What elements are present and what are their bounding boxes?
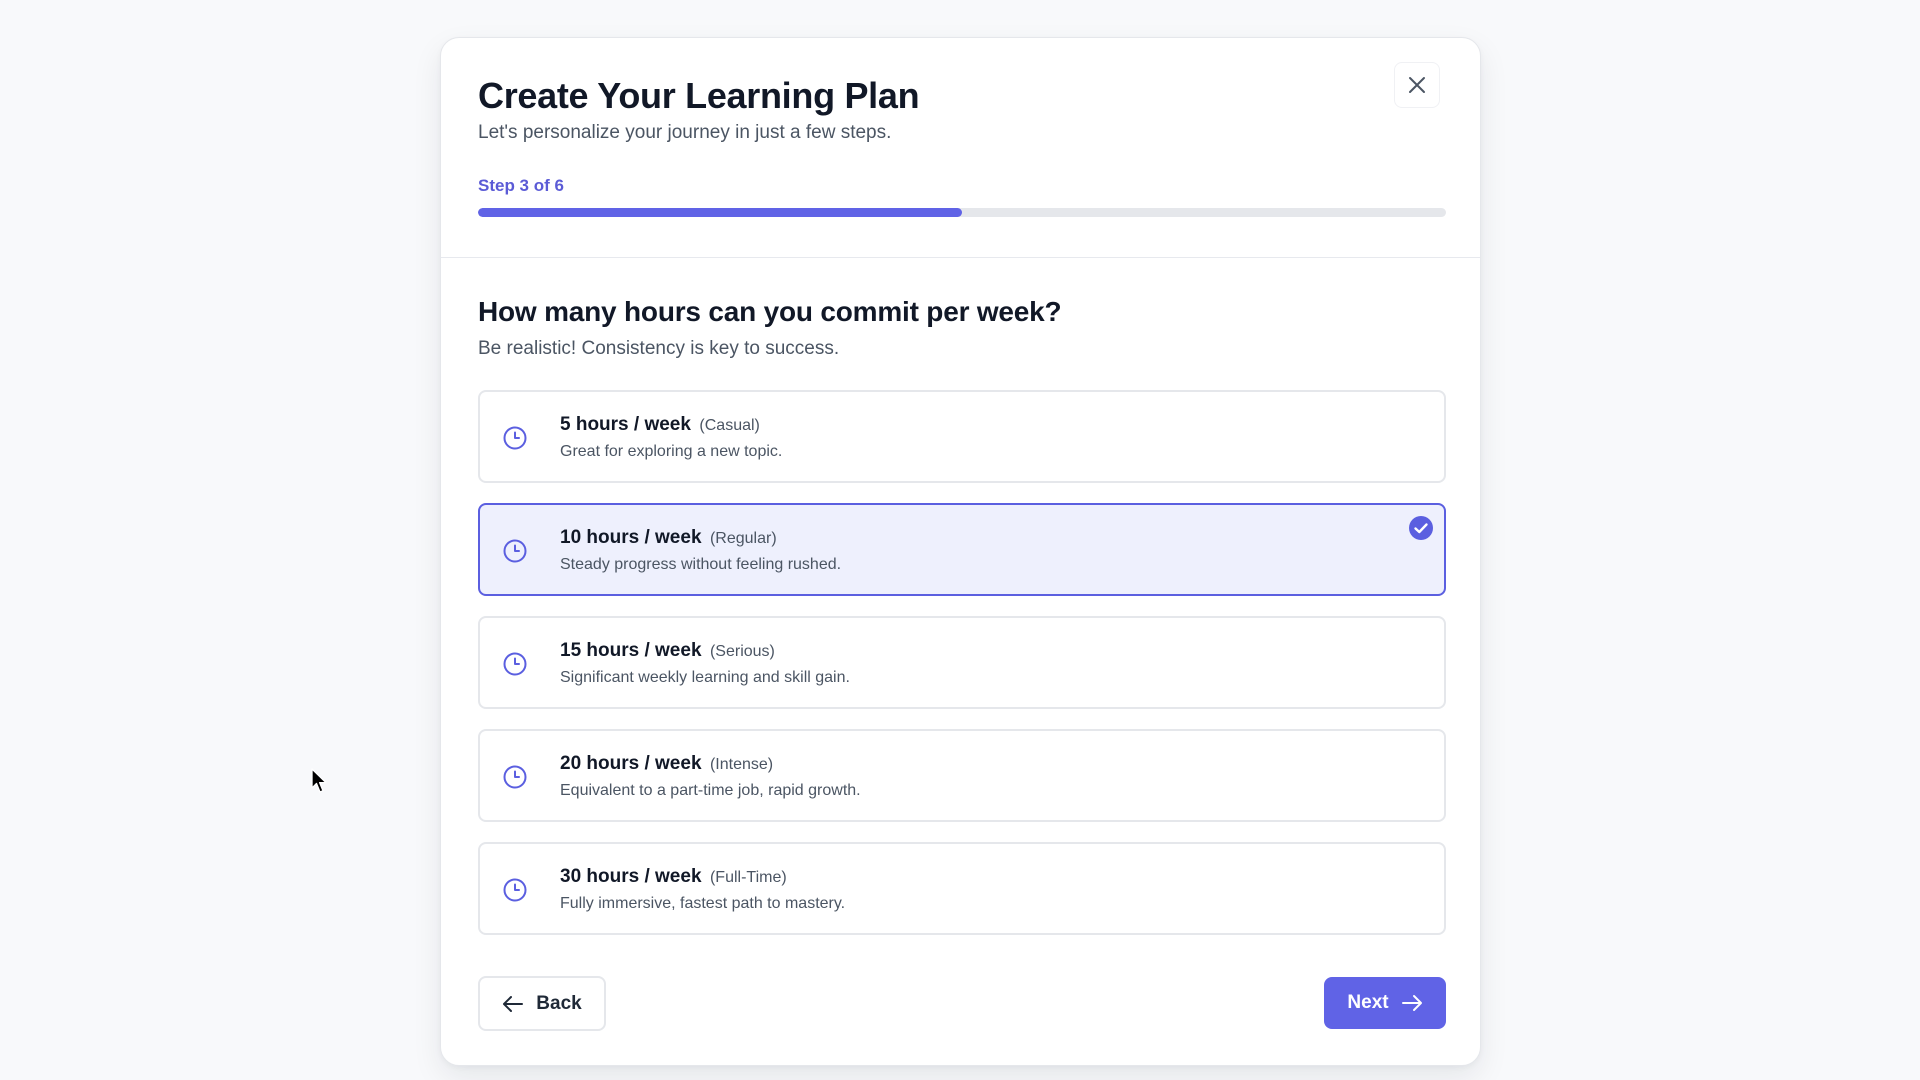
close-icon bbox=[1409, 77, 1425, 93]
option-text: 20 hours / week (Intense) Equivalent to … bbox=[560, 753, 861, 800]
clock-icon bbox=[503, 652, 527, 676]
mouse-cursor-icon bbox=[311, 768, 327, 793]
option-tag: (Intense) bbox=[709, 756, 774, 773]
next-button-label: Next bbox=[1347, 992, 1389, 1013]
progress-bar-fill bbox=[478, 208, 962, 218]
option-title: 5 hours / week bbox=[560, 414, 691, 435]
modal-subtitle: Let's personalize your journey in just a… bbox=[478, 122, 892, 144]
question-section: How many hours can you commit per week? … bbox=[478, 296, 1446, 955]
option-5-hours[interactable]: 5 hours / week (Casual) Great for explor… bbox=[478, 390, 1446, 483]
question-hint: Be realistic! Consistency is key to succ… bbox=[478, 338, 840, 359]
clock-icon bbox=[503, 426, 527, 450]
option-text: 10 hours / week (Regular) Steady progres… bbox=[560, 527, 841, 574]
option-30-hours[interactable]: 30 hours / week (Full-Time) Fully immers… bbox=[478, 842, 1446, 935]
back-button[interactable]: Back bbox=[478, 976, 606, 1031]
option-description: Fully immersive, fastest path to mastery… bbox=[560, 895, 846, 912]
arrow-right-icon bbox=[1401, 995, 1422, 1011]
option-tag: (Serious) bbox=[709, 643, 775, 660]
option-title: 20 hours / week bbox=[560, 753, 702, 774]
header-divider bbox=[441, 257, 1480, 258]
step-indicator: Step 3 of 6 bbox=[478, 176, 564, 196]
option-description: Significant weekly learning and skill ga… bbox=[560, 669, 850, 686]
option-tag: (Full-Time) bbox=[709, 869, 787, 886]
option-text: 5 hours / week (Casual) Great for explor… bbox=[560, 414, 782, 461]
question-title: How many hours can you commit per week? bbox=[478, 296, 1062, 327]
check-circle-icon bbox=[1409, 516, 1433, 540]
option-title: 15 hours / week bbox=[560, 640, 702, 661]
hours-options-list: 5 hours / week (Casual) Great for explor… bbox=[478, 390, 1446, 935]
clock-icon bbox=[503, 878, 527, 902]
option-15-hours[interactable]: 15 hours / week (Serious) Significant we… bbox=[478, 616, 1446, 709]
option-tag: (Casual) bbox=[699, 417, 760, 434]
back-button-label: Back bbox=[536, 992, 582, 1014]
clock-icon bbox=[503, 765, 527, 789]
option-10-hours[interactable]: 10 hours / week (Regular) Steady progres… bbox=[478, 503, 1446, 596]
option-description: Equivalent to a part-time job, rapid gro… bbox=[560, 782, 861, 799]
close-button[interactable] bbox=[1394, 62, 1440, 108]
option-title: 10 hours / week bbox=[560, 527, 702, 548]
option-text: 30 hours / week (Full-Time) Fully immers… bbox=[560, 866, 845, 913]
arrow-left-icon bbox=[503, 995, 524, 1012]
progress-bar bbox=[478, 208, 1446, 218]
clock-icon bbox=[503, 539, 527, 563]
option-description: Great for exploring a new topic. bbox=[560, 443, 783, 460]
modal-header: Create Your Learning Plan Let's personal… bbox=[441, 38, 1480, 218]
modal-title: Create Your Learning Plan bbox=[478, 75, 920, 116]
modal-footer: Back Next bbox=[478, 976, 1446, 1031]
option-text: 15 hours / week (Serious) Significant we… bbox=[560, 640, 850, 687]
option-tag: (Regular) bbox=[709, 530, 777, 547]
next-button[interactable]: Next bbox=[1324, 977, 1446, 1029]
option-title: 30 hours / week bbox=[560, 866, 702, 887]
option-description: Steady progress without feeling rushed. bbox=[560, 556, 842, 573]
option-20-hours[interactable]: 20 hours / week (Intense) Equivalent to … bbox=[478, 729, 1446, 822]
learning-plan-modal: Create Your Learning Plan Let's personal… bbox=[440, 37, 1481, 1066]
